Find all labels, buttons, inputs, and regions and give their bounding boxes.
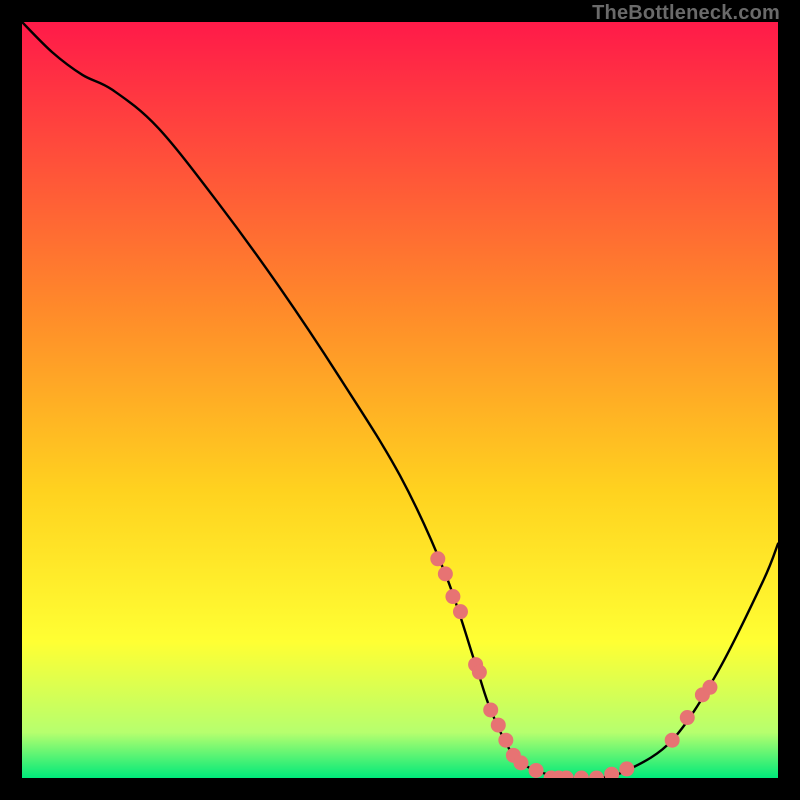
- plot-area: [22, 22, 778, 778]
- marker-point: [513, 755, 528, 770]
- marker-point: [702, 680, 717, 695]
- marker-point: [498, 733, 513, 748]
- gradient-background: [22, 22, 778, 778]
- marker-point: [438, 566, 453, 581]
- marker-point: [445, 589, 460, 604]
- marker-point: [680, 710, 695, 725]
- marker-point: [529, 763, 544, 778]
- marker-point: [472, 665, 487, 680]
- marker-point: [483, 702, 498, 717]
- marker-point: [665, 733, 680, 748]
- marker-point: [430, 551, 445, 566]
- marker-point: [491, 718, 506, 733]
- marker-point: [619, 761, 634, 776]
- chart-svg: [22, 22, 778, 778]
- chart-container: TheBottleneck.com: [0, 0, 800, 800]
- marker-point: [453, 604, 468, 619]
